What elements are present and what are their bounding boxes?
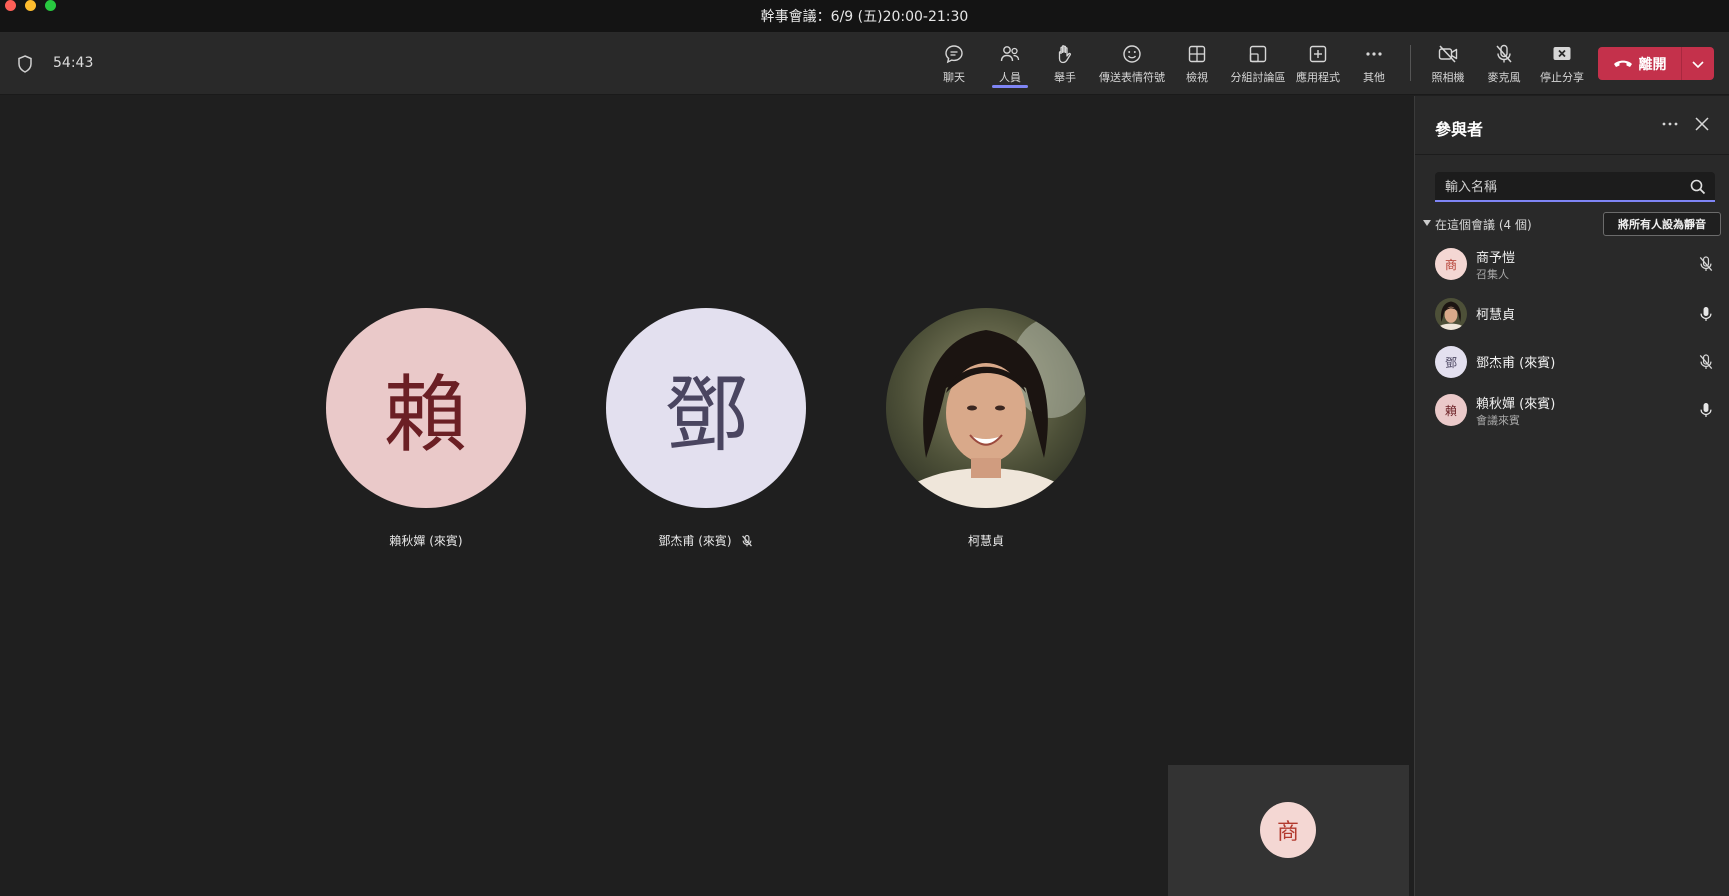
search-input[interactable] [1445,177,1675,197]
chat-icon [945,45,963,64]
participant-role: 召集人 [1476,268,1509,281]
leave-control: 離開 [1598,47,1714,80]
participant-name: 柯慧貞 [967,534,1004,548]
participant-name: 賴秋嬋 (來賓) [389,534,463,548]
mic-label: 麥克風 [1487,71,1521,84]
breakout-rooms-label: 分組討論區 [1230,71,1286,84]
participant-name: 商予愷 [1476,251,1516,266]
react-label: 傳送表情符號 [1099,71,1165,84]
participant-name: 柯慧貞 [1476,308,1516,323]
chevron-down-icon [1692,60,1704,68]
avatar: 賴 [1435,394,1467,426]
participant-avatar: 鄧 [606,308,806,508]
video-stage: 賴 賴秋嬋 (來賓) 鄧 鄧杰甫 (來賓) 柯慧貞 商 [0,96,1414,896]
more-icon [1662,122,1678,126]
participant-list-item[interactable]: 商 商予愷 召集人 [1435,246,1715,282]
participant-list-item[interactable]: 鄧 鄧杰甫 (來賓) [1435,344,1715,380]
camera-off-icon [1438,45,1458,63]
mic-off-icon [1496,44,1512,63]
section-label[interactable]: 在這個會議 (4 個) [1435,216,1532,233]
panel-more-button[interactable] [1658,112,1682,136]
more-icon [1366,52,1382,56]
people-label: 人員 [999,71,1021,84]
participant-tile[interactable]: 鄧 鄧杰甫 (來賓) [606,308,806,549]
participant-name-row: 賴秋嬋 (來賓) [326,532,526,549]
close-icon [1695,117,1709,131]
raise-hand-label: 舉手 [1054,71,1076,84]
panel-close-button[interactable] [1690,112,1714,136]
avatar: 鄧 [1435,346,1467,378]
window-titlebar: 幹事會議：6/9 (五)20:00-21:30 [0,0,1729,33]
react-button[interactable]: 傳送表情符號 [1098,41,1166,87]
meeting-toolbar: 54:43 聊天 人員 舉手 傳送表情符號 檢視 分組討論區 應用程式 其他 照… [0,33,1729,95]
portrait-photo [886,308,1086,508]
avatar [1435,298,1467,330]
mic-button[interactable]: 麥克風 [1486,41,1522,87]
search-icon[interactable] [1689,178,1707,196]
participant-list-item[interactable]: 賴 賴秋嬋 (來賓) 會議來賓 [1435,392,1715,428]
participant-tile[interactable]: 柯慧貞 [886,308,1086,549]
self-view-tile[interactable]: 商 [1168,765,1409,896]
participant-name-row: 柯慧貞 [886,532,1086,549]
stop-share-icon [1553,47,1571,60]
participant-name: 賴秋嬋 (來賓) [1476,397,1556,412]
people-icon [1000,46,1020,62]
participant-tile[interactable]: 賴 賴秋嬋 (來賓) [326,308,526,549]
participants-panel: 參與者 在這個會議 (4 個) 將所有人設為靜音 商 商予愷 召集人 [1414,96,1729,896]
chat-label: 聊天 [943,71,965,84]
people-button[interactable]: 人員 [992,41,1028,88]
more-label: 其他 [1363,71,1385,84]
mic-icon[interactable] [1697,305,1715,323]
stop-sharing-button[interactable]: 停止分享 [1539,41,1585,87]
mic-off-icon [741,534,752,547]
stop-sharing-label: 停止分享 [1540,71,1584,84]
breakout-rooms-button[interactable]: 分組討論區 [1230,41,1286,87]
portrait-photo [1435,298,1467,330]
avatar: 商 [1435,248,1467,280]
mic-icon[interactable] [1697,401,1715,419]
leave-label: 離開 [1638,56,1667,73]
chat-button[interactable]: 聊天 [940,41,968,87]
hang-up-icon [1613,60,1632,67]
shield-icon[interactable] [16,54,34,74]
participant-name: 鄧杰甫 (來賓) [1476,356,1556,371]
grid-icon [1188,45,1206,63]
search-box [1435,172,1715,202]
participant-avatar: 賴 [326,308,526,508]
apps-label: 應用程式 [1296,71,1340,84]
add-app-icon [1309,45,1327,63]
raise-hand-button[interactable]: 舉手 [1051,41,1079,87]
meeting-timer: 54:43 [53,55,94,71]
self-avatar: 商 [1260,802,1316,858]
mic-off-icon[interactable] [1697,353,1715,371]
participant-name-row: 鄧杰甫 (來賓) [606,532,806,549]
participant-list-item[interactable]: 柯慧貞 [1435,296,1715,332]
emoji-icon [1123,45,1141,63]
view-label: 檢視 [1186,71,1208,84]
camera-label: 照相機 [1431,71,1465,84]
toolbar-divider [1410,45,1411,81]
window-title: 幹事會議：6/9 (五)20:00-21:30 [760,9,969,25]
participant-role: 會議來賓 [1476,414,1520,427]
leave-options-button[interactable] [1682,47,1714,80]
view-button[interactable]: 檢視 [1183,41,1211,87]
panel-divider [1415,154,1729,155]
apps-button[interactable]: 應用程式 [1296,41,1340,87]
mute-all-button[interactable]: 將所有人設為靜音 [1603,212,1721,236]
participant-name: 鄧杰甫 (來賓) [658,534,732,548]
panel-title: 參與者 [1435,120,1484,139]
participant-photo [886,308,1086,508]
camera-button[interactable]: 照相機 [1430,41,1466,87]
mic-off-icon[interactable] [1697,255,1715,273]
in-meeting-section: 在這個會議 (4 個) 將所有人設為靜音 [1423,212,1723,236]
caret-down-icon[interactable] [1423,220,1431,226]
breakout-icon [1249,45,1267,63]
more-button[interactable]: 其他 [1360,41,1388,87]
hand-icon [1058,45,1071,64]
leave-button[interactable]: 離開 [1598,47,1681,80]
